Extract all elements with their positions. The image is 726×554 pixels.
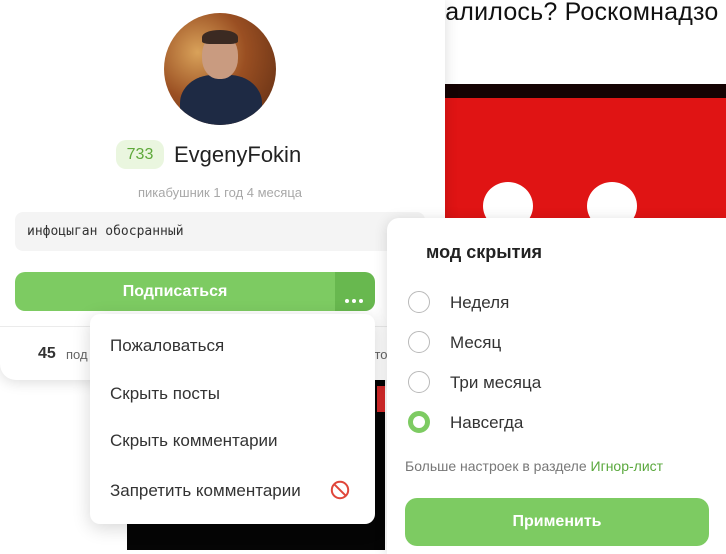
avatar-figure-body [180,75,262,125]
member-since: пикабушник 1 год 4 месяца [138,185,302,200]
profile-actions-menu: Пожаловаться Скрыть посты Скрыть коммент… [90,314,375,524]
ban-icon [330,480,350,500]
more-options-button[interactable] [335,272,375,311]
subscribers-count: 45 [38,345,56,362]
radio-week[interactable] [408,291,430,313]
menu-item-ban-comments[interactable]: Запретить комментарии [110,481,301,501]
more-settings-text: Больше настроек в разделе Игнор-лист [405,458,663,474]
menu-item-hide-posts[interactable]: Скрыть посты [110,384,220,404]
image-red-accent [377,386,385,412]
subscribers-label: под [66,347,88,362]
more-settings-label: Больше настроек в разделе [405,458,591,474]
option-three-months-label[interactable]: Три месяца [450,373,541,393]
rating-badge: 733 [116,140,164,169]
subscribe-button[interactable]: Подписаться [15,272,335,311]
menu-item-report[interactable]: Пожаловаться [110,336,224,356]
option-month-label[interactable]: Месяц [450,333,501,353]
article-title[interactable]: валилось? Роскомнадзо [432,0,718,27]
more-dots-icon [345,290,366,308]
avatar[interactable] [164,13,276,125]
apply-button[interactable]: Применить [405,498,709,546]
image-top-band [440,84,726,98]
hide-mode-title: мод скрытия [426,242,543,262]
hide-mode-panel: мод скрытия Неделя Месяц Три месяца Навс… [387,218,726,554]
username[interactable]: EvgenyFokin [174,142,301,168]
ignore-list-link[interactable]: Игнор-лист [591,458,664,474]
radio-forever[interactable] [408,411,430,433]
avatar-figure-hair [202,30,238,44]
option-week-label[interactable]: Неделя [450,293,509,313]
radio-three-months[interactable] [408,371,430,393]
menu-item-hide-comments[interactable]: Скрыть комментарии [110,431,278,451]
option-forever-label[interactable]: Навсегда [450,413,523,433]
profile-bio: инфоцыган обосранный [15,212,425,251]
radio-month[interactable] [408,331,430,353]
